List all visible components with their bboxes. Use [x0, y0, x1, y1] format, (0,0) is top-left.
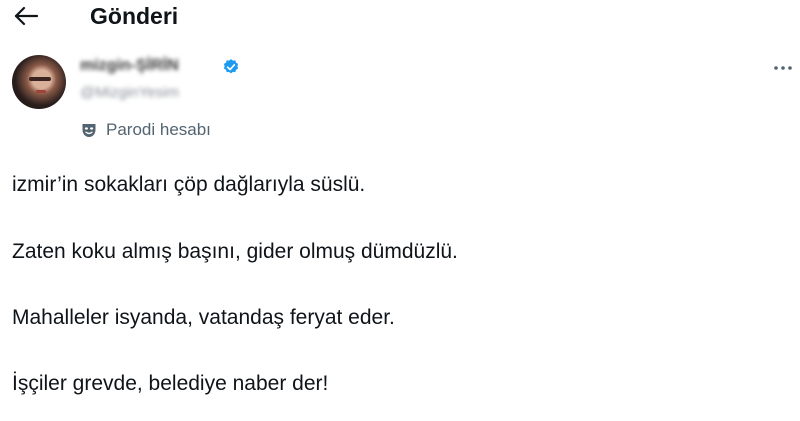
avatar-lips — [36, 90, 46, 93]
post-text-line: izmir’in sokakları çöp dağlarıyla süslü. — [12, 173, 366, 196]
verified-badge-icon — [223, 59, 239, 74]
post-text-line: Mahalleler isyanda, vatandaş feryat eder… — [12, 306, 395, 329]
parody-account-label: Parodi hesabı — [80, 120, 211, 140]
more-options-icon[interactable] — [770, 58, 796, 78]
top-bar: Gönderi — [0, 0, 800, 34]
post-text-line: İşçiler grevde, belediye naber der! — [12, 372, 329, 395]
theater-mask-icon — [82, 124, 96, 137]
avatar[interactable] — [12, 55, 66, 109]
page-title: Gönderi — [90, 3, 179, 29]
avatar-eyes — [29, 77, 51, 81]
author-handle[interactable]: @MizginYesim — [80, 84, 179, 102]
author-name[interactable]: mizgin-ŞİRİN — [80, 56, 179, 76]
back-arrow-icon[interactable] — [12, 3, 40, 29]
post-text-line: Zaten koku almış başını, gider olmuş düm… — [12, 240, 458, 263]
parody-label-text: Parodi hesabı — [106, 120, 211, 139]
